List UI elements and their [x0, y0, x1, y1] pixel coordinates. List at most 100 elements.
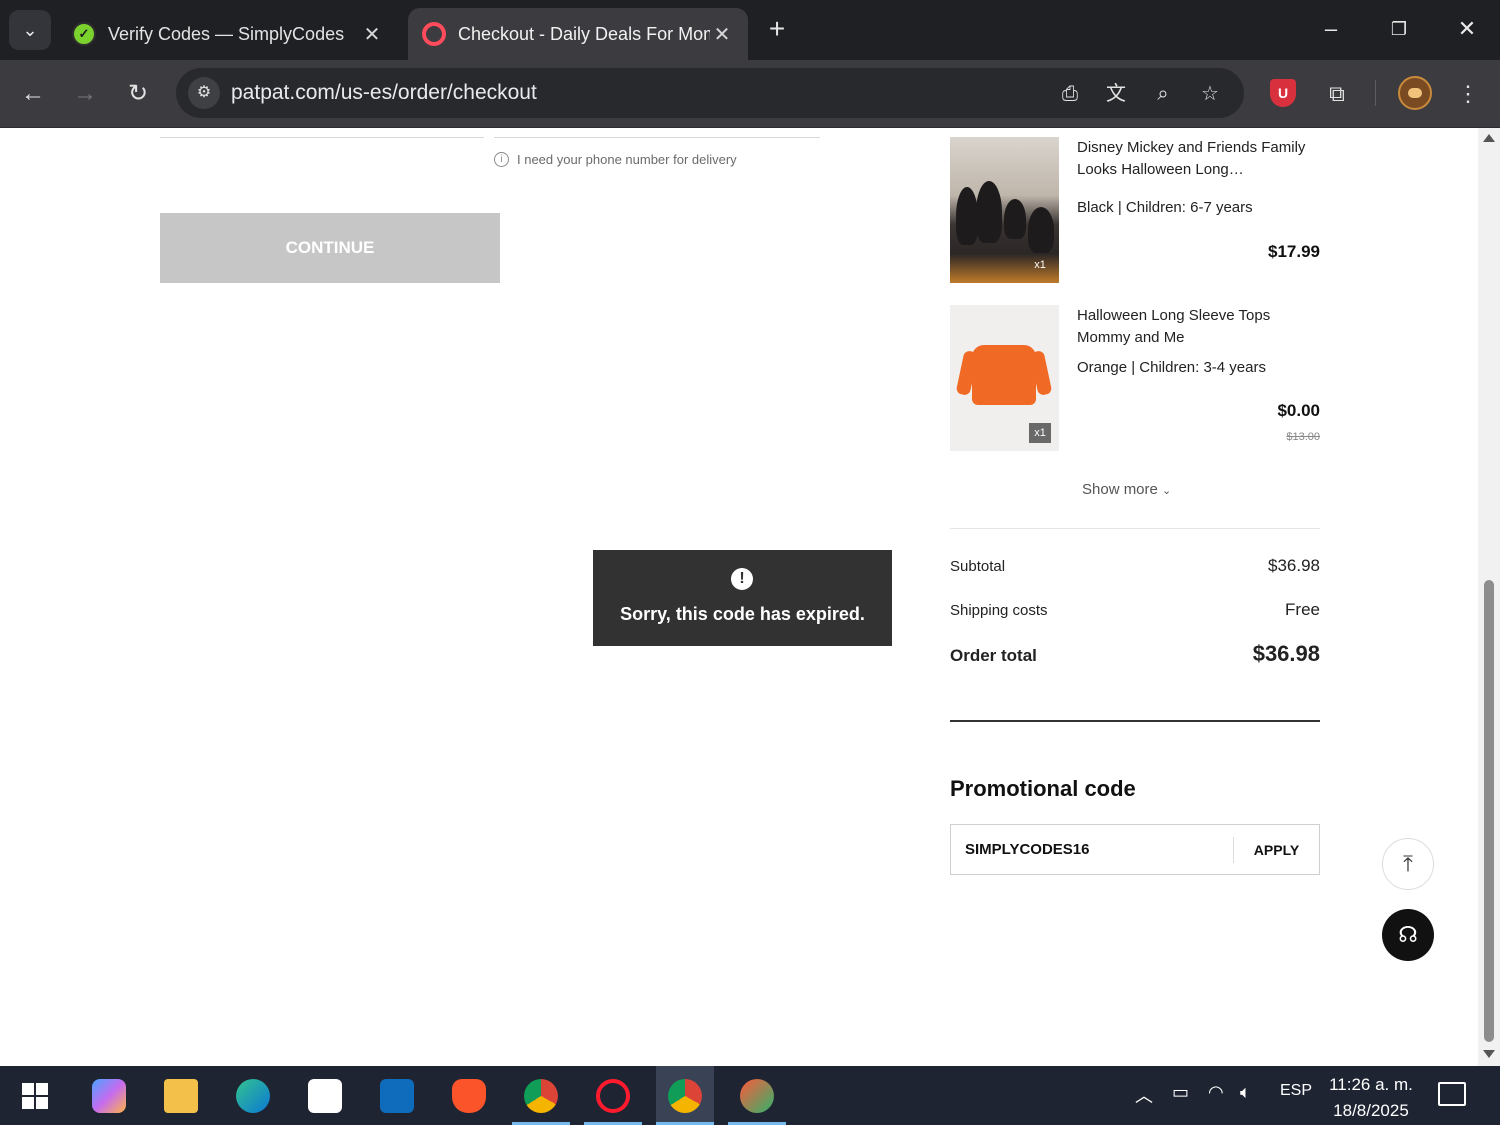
file-explorer-app[interactable]: [152, 1066, 210, 1125]
product-price: $17.99: [1268, 242, 1320, 261]
zoom-icon[interactable]: ⌕: [1149, 80, 1177, 108]
divider: [950, 720, 1320, 722]
translate-icon[interactable]: 文: [1102, 80, 1130, 108]
install-app-icon[interactable]: ⎙: [1056, 80, 1084, 108]
wifi-icon[interactable]: ◠: [1208, 1082, 1224, 1103]
scroll-up-icon[interactable]: [1483, 134, 1495, 142]
brave-icon: [452, 1078, 486, 1113]
subtotal-label: Subtotal: [950, 558, 1006, 575]
tab-strip: ⌄ ✓ Verify Codes — SimplyCodes ✕ Checkou…: [0, 0, 1500, 60]
close-window-icon[interactable]: ✕: [1452, 14, 1482, 44]
product-image[interactable]: x1: [950, 305, 1059, 451]
brave-app[interactable]: [440, 1066, 498, 1125]
tab-simplycodes[interactable]: ✓ Verify Codes — SimplyCodes ✕: [58, 8, 398, 60]
minimize-icon[interactable]: –: [1316, 14, 1346, 44]
volume-icon[interactable]: 🔈︎: [1240, 1082, 1251, 1103]
start-button[interactable]: [6, 1066, 64, 1125]
shipping-label: Shipping costs: [950, 602, 1048, 619]
opera-icon: [596, 1078, 630, 1113]
subtotal-value: $36.98: [1268, 556, 1320, 575]
back-to-top-icon[interactable]: ⤒: [1382, 838, 1434, 890]
new-tab-button[interactable]: +: [762, 14, 792, 44]
quantity-badge: x1: [1034, 259, 1046, 271]
reload-icon[interactable]: ↻: [122, 78, 154, 110]
order-item: x1 Disney Mickey and Friends Family Look…: [950, 137, 1320, 283]
menu-kebab-icon[interactable]: ⋮: [1452, 78, 1484, 110]
scroll-down-icon[interactable]: [1483, 1050, 1495, 1058]
checkout-page: i I need your phone number for delivery …: [0, 128, 1478, 1066]
scrollbar-thumb[interactable]: [1484, 580, 1494, 1042]
chrome-profile-app[interactable]: [656, 1066, 714, 1125]
outlook-app[interactable]: [368, 1066, 426, 1125]
browser-app[interactable]: [728, 1066, 786, 1125]
show-more-label: Show more: [1082, 481, 1158, 498]
bookmark-star-icon[interactable]: ☆: [1196, 80, 1224, 108]
error-toast: ! Sorry, this code has expired.: [593, 550, 892, 646]
divider: [950, 528, 1320, 529]
product-image[interactable]: x1: [950, 137, 1059, 283]
language-indicator[interactable]: ESP: [1280, 1082, 1312, 1100]
phone-hint: i I need your phone number for delivery: [494, 152, 737, 167]
tab-close-icon[interactable]: ✕: [360, 22, 384, 47]
chrome-app[interactable]: [512, 1066, 570, 1125]
toolbar-divider: [1375, 80, 1376, 106]
extensions-puzzle-icon[interactable]: ⧉: [1321, 78, 1353, 110]
url-text[interactable]: patpat.com/us-es/order/checkout: [231, 81, 537, 105]
taskbar-clock[interactable]: 11:26 a. m. 18/8/2025: [1322, 1072, 1420, 1124]
original-price: $13.00: [1286, 431, 1320, 443]
windows-logo-icon: [22, 1082, 48, 1109]
tab-checkout[interactable]: Checkout - Daily Deals For Moms, Babies …: [408, 8, 748, 60]
tab-search-button[interactable]: ⌄: [9, 10, 51, 50]
info-icon: i: [494, 152, 509, 167]
meet-now-icon[interactable]: ▭: [1172, 1082, 1189, 1103]
planet-icon: [740, 1078, 774, 1113]
site-settings-icon[interactable]: ⚙: [188, 77, 220, 109]
windows-taskbar: [0, 1066, 1500, 1125]
store-app[interactable]: [296, 1066, 354, 1125]
page-scrollbar[interactable]: [1478, 128, 1500, 1066]
show-more-link[interactable]: Show more ⌄: [1082, 481, 1171, 498]
order-total-row: Order total $36.98: [950, 641, 1320, 667]
product-price: $0.00: [1277, 401, 1320, 420]
restore-icon[interactable]: ❐: [1384, 14, 1414, 44]
copilot-app[interactable]: [80, 1066, 138, 1125]
opera-app[interactable]: [584, 1066, 642, 1125]
apply-button[interactable]: APPLY: [1234, 825, 1319, 874]
phone-input-underline[interactable]: [494, 137, 820, 138]
alert-icon: !: [731, 568, 753, 590]
copilot-icon: [92, 1078, 126, 1113]
tray-overflow-icon[interactable]: ︿: [1135, 1082, 1153, 1108]
outlook-icon: [380, 1078, 414, 1113]
chrome-icon: [668, 1078, 702, 1113]
promo-code-input[interactable]: [965, 825, 1225, 874]
subtotal-row: Subtotal $36.98: [950, 556, 1320, 576]
order-total-label: Order total: [950, 646, 1037, 665]
back-arrow-icon[interactable]: ←: [17, 78, 49, 110]
clock-time: 11:26 a. m.: [1329, 1075, 1413, 1094]
forward-arrow-icon[interactable]: →: [69, 78, 101, 110]
product-name[interactable]: Halloween Long Sleeve Tops Mommy and Me: [1077, 305, 1320, 349]
customer-support-icon[interactable]: ☊: [1382, 909, 1434, 961]
tab-title: Checkout - Daily Deals For Moms, Babies …: [458, 23, 710, 44]
toast-message: Sorry, this code has expired.: [620, 604, 865, 624]
ublock-extension-icon[interactable]: U: [1270, 79, 1296, 107]
patpat-favicon-icon: [422, 22, 446, 46]
input-underline: [160, 137, 484, 138]
notifications-icon[interactable]: [1438, 1082, 1466, 1106]
shipping-value: Free: [1285, 600, 1320, 619]
promo-title: Promotional code: [950, 776, 1136, 801]
order-total-value: $36.98: [1252, 641, 1320, 666]
product-variant: Orange | Children: 3-4 years: [1077, 359, 1266, 376]
product-name[interactable]: Disney Mickey and Friends Family Looks H…: [1077, 137, 1320, 181]
product-variant: Black | Children: 6-7 years: [1077, 199, 1253, 216]
store-icon: [308, 1078, 342, 1113]
profile-avatar[interactable]: [1398, 76, 1432, 110]
promo-code-box: APPLY: [950, 824, 1320, 875]
tab-close-icon[interactable]: ✕: [710, 22, 734, 47]
chrome-icon: [524, 1078, 558, 1113]
order-item: x1 Halloween Long Sleeve Tops Mommy and …: [950, 305, 1320, 451]
continue-button[interactable]: CONTINUE: [160, 213, 500, 283]
shipping-row: Shipping costs Free: [950, 600, 1320, 620]
edge-app[interactable]: [224, 1066, 282, 1125]
address-bar[interactable]: ⚙ patpat.com/us-es/order/checkout ⎙ 文 ⌕ …: [176, 68, 1244, 118]
